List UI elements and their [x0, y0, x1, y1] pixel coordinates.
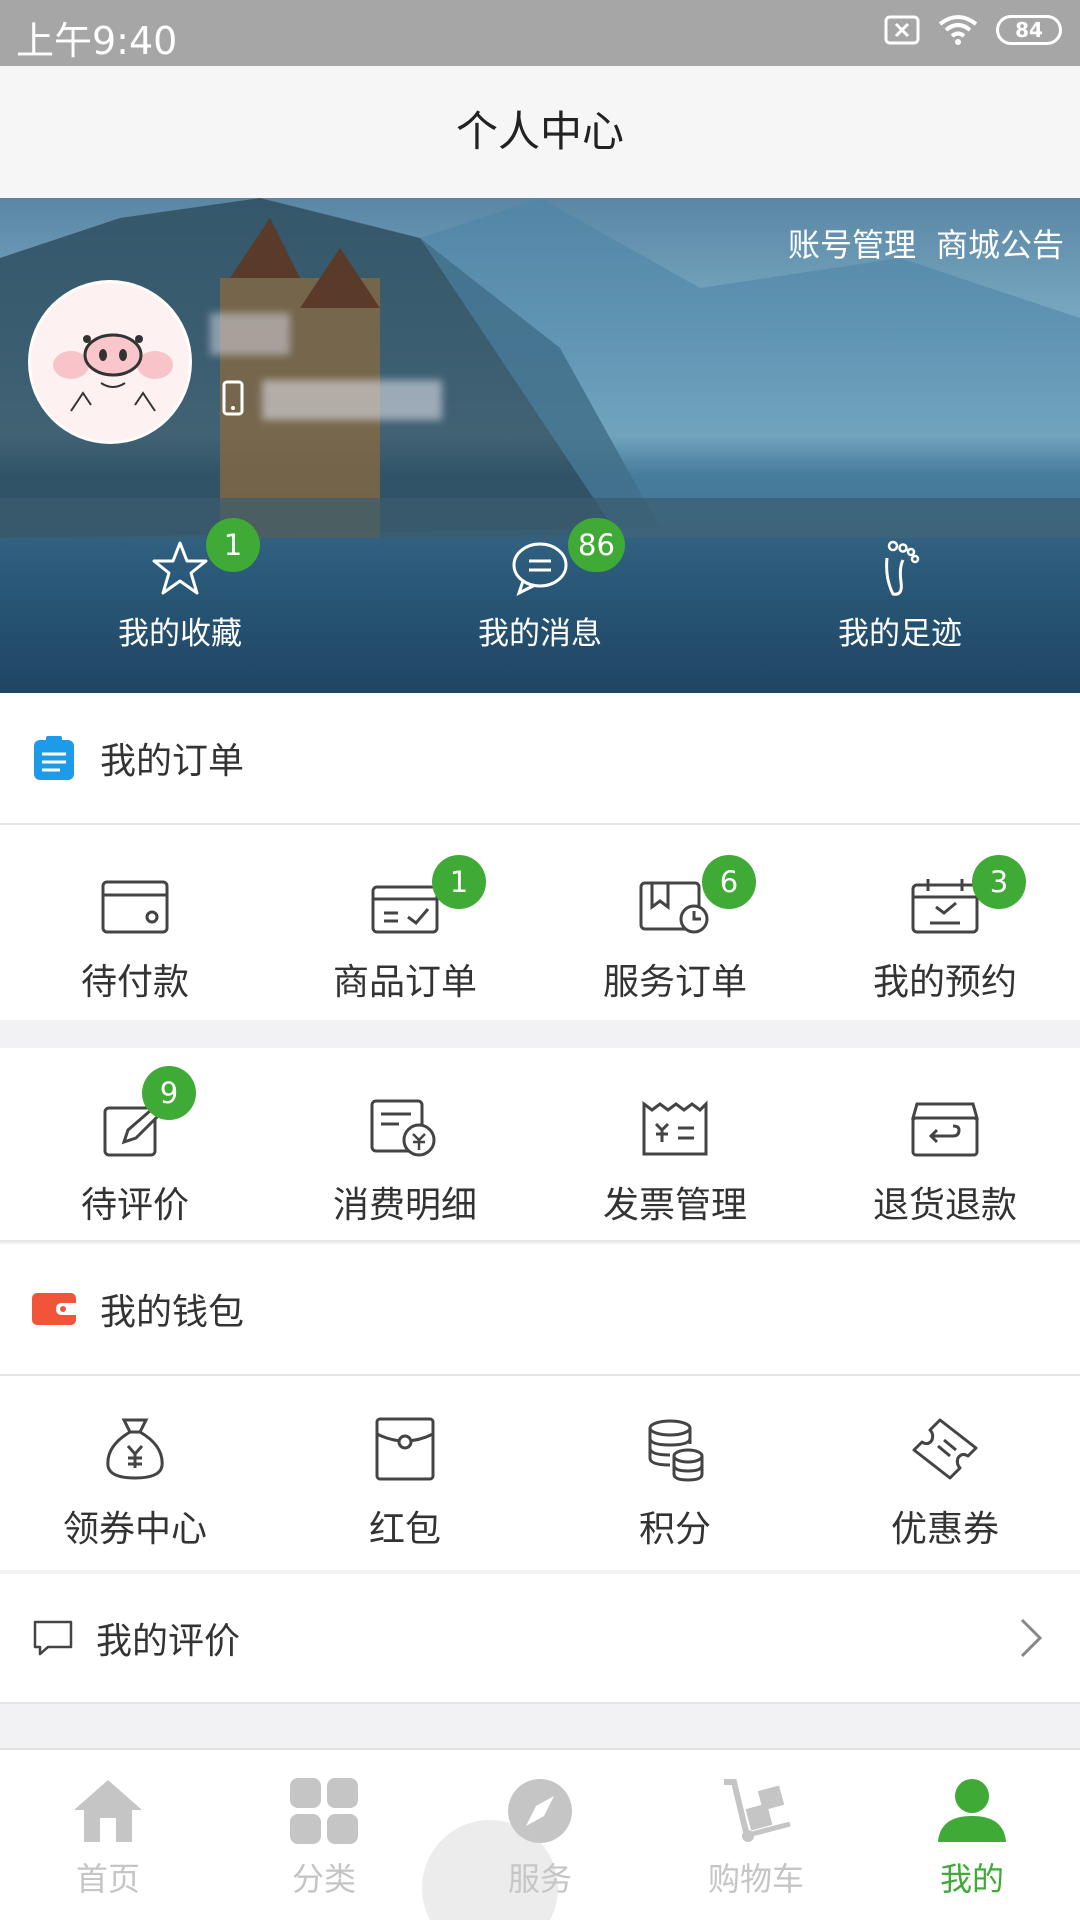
star-icon: [152, 541, 208, 595]
status-bar: 上午9:40 84: [0, 0, 1080, 66]
home-icon: [74, 1780, 142, 1842]
order-pending-payment[interactable]: 待付款: [0, 845, 270, 1005]
messages-badge: 86: [568, 518, 625, 572]
orders-section: 我的订单 待付款 1 商品订单 6 服务订单 3 我的预约: [0, 693, 1080, 1020]
order-label: 服务订单: [602, 962, 747, 1003]
wallet-grid: 领券中心 红包 积分 优惠券: [0, 1376, 1080, 1552]
ticket-icon: [912, 1418, 978, 1480]
orders-grid-row1: 待付款 1 商品订单 6 服务订单 3 我的预约: [0, 825, 1080, 1005]
orders-title: 我的订单: [100, 741, 245, 782]
wallet-card-icon: [101, 880, 169, 934]
battery-indicator: 84: [996, 15, 1062, 45]
favorites-badge: 1: [206, 518, 260, 572]
return-box-icon: [911, 1102, 979, 1157]
wifi-icon: [938, 15, 978, 45]
status-icons: 84: [884, 14, 1062, 46]
shortcut-messages[interactable]: 86 我的消息: [410, 518, 670, 653]
pig-avatar-icon: [53, 333, 173, 412]
tab-home[interactable]: 首页: [0, 1750, 216, 1920]
clipboard-icon: [34, 736, 74, 780]
tab-label: 购物车: [707, 1860, 804, 1898]
my-reviews-row[interactable]: 我的评价: [0, 1574, 1080, 1704]
tab-mine[interactable]: 我的: [864, 1750, 1080, 1920]
order-pending-review[interactable]: 9 待评价: [0, 1066, 270, 1228]
hand-truck-icon: [724, 1779, 791, 1842]
tab-label: 我的: [939, 1860, 1004, 1898]
order-label: 待付款: [80, 962, 189, 1003]
calendar-check-icon: [911, 879, 979, 934]
account-management-link[interactable]: 账号管理: [788, 220, 916, 266]
orders-header[interactable]: 我的订单: [0, 693, 1080, 825]
wallet-section: 我的钱包 领券中心 红包 积分 优惠券: [0, 1244, 1080, 1570]
wallet-coupons[interactable]: 优惠券: [810, 1392, 1080, 1552]
phone-number-blurred: [262, 380, 442, 420]
shortcut-footprints[interactable]: 我的足迹: [770, 538, 1030, 653]
status-time: 上午9:40: [16, 19, 178, 63]
chevron-right-icon: [1020, 1618, 1043, 1658]
order-appointments[interactable]: 3 我的预约: [810, 845, 1080, 1005]
spending-details-icon: [370, 1099, 436, 1157]
tab-label: 首页: [75, 1860, 140, 1898]
invoice-icon: [642, 1100, 708, 1156]
wallet-label: 优惠券: [890, 1509, 999, 1550]
tab-cart[interactable]: 购物车: [648, 1750, 864, 1920]
order-service[interactable]: 6 服务订单: [540, 845, 810, 1005]
wallet-coupon-center[interactable]: 领券中心: [0, 1392, 270, 1552]
shortcut-label: 我的足迹: [838, 616, 962, 652]
coins-stack-icon: [648, 1419, 704, 1482]
message-bubble-icon: [512, 542, 568, 596]
order-invoice-management[interactable]: 发票管理: [540, 1068, 810, 1228]
wallet-points[interactable]: 积分: [540, 1392, 810, 1552]
profile-banner: 账号管理 商城公告 1 我的收藏 86 我的消息 我的足迹: [0, 198, 1080, 693]
page-title: 个人中心: [455, 107, 624, 156]
service-order-badge: 6: [702, 855, 756, 909]
wallet-label: 积分: [638, 1509, 711, 1550]
tab-label: 分类: [291, 1860, 356, 1898]
category-grid-icon: [290, 1778, 358, 1844]
banner-links: 账号管理 商城公告: [788, 220, 1064, 266]
wallet-label: 领券中心: [62, 1509, 207, 1550]
username-blurred: [210, 313, 290, 355]
order-label: 发票管理: [602, 1185, 747, 1226]
shortcut-favorites[interactable]: 1 我的收藏: [50, 518, 310, 653]
wallet-red-packet[interactable]: 红包: [270, 1392, 540, 1552]
order-label: 退货退款: [872, 1185, 1017, 1226]
red-packet-icon: [375, 1417, 435, 1481]
orders-grid-row2: 9 待评价 消费明细 发票管理 退货退款: [0, 1048, 1080, 1228]
mall-announcement-link[interactable]: 商城公告: [936, 220, 1064, 266]
order-label: 待评价: [80, 1185, 189, 1226]
title-bar: 个人中心: [0, 66, 1080, 198]
appointments-badge: 3: [972, 855, 1026, 909]
footprint-icon: [885, 540, 920, 596]
wallet-header[interactable]: 我的钱包: [0, 1244, 1080, 1376]
comment-icon: [33, 1620, 73, 1656]
sim-off-icon: [884, 15, 920, 45]
wallet-label: 红包: [368, 1509, 441, 1550]
order-returns-refunds[interactable]: 退货退款: [810, 1068, 1080, 1228]
wallet-title: 我的钱包: [100, 1292, 245, 1333]
shortcut-label: 我的消息: [478, 616, 602, 652]
my-reviews-label: 我的评价: [96, 1621, 241, 1662]
person-icon: [938, 1779, 1006, 1842]
goods-order-icon: [371, 885, 439, 934]
wallet-icon: [32, 1293, 76, 1325]
order-goods[interactable]: 1 商品订单: [270, 845, 540, 1005]
phone-icon: [222, 380, 244, 416]
tab-category[interactable]: 分类: [216, 1750, 432, 1920]
order-label: 消费明细: [332, 1185, 477, 1226]
order-label: 我的预约: [872, 962, 1017, 1003]
avatar[interactable]: [28, 280, 192, 444]
money-bag-icon: [106, 1418, 164, 1480]
shortcut-label: 我的收藏: [118, 616, 242, 652]
orders-section-row2: 9 待评价 消费明细 发票管理 退货退款: [0, 1048, 1080, 1242]
order-label: 商品订单: [332, 962, 477, 1003]
service-order-icon: [639, 881, 709, 934]
order-spending-details[interactable]: 消费明细: [270, 1068, 540, 1228]
goods-order-badge: 1: [432, 855, 486, 909]
pending-review-badge: 9: [142, 1066, 196, 1120]
